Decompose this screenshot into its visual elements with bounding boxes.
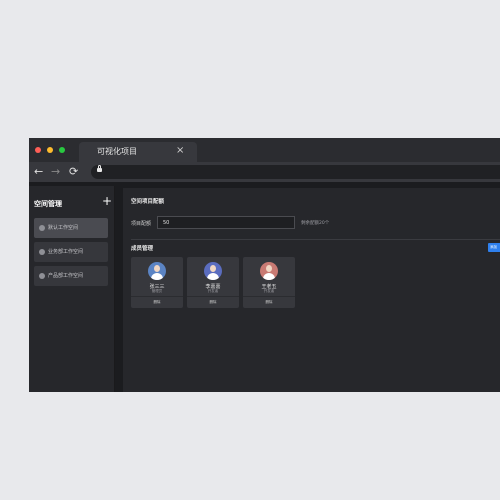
member-card: 李嘉嘉 开发者 删除 xyxy=(187,257,239,308)
add-space-icon[interactable]: + xyxy=(102,194,112,208)
sidebar-item-product-space[interactable]: 产品部工作空间 xyxy=(34,266,108,286)
back-arrow-icon[interactable]: ← xyxy=(34,165,43,178)
maximize-window-button[interactable] xyxy=(59,147,65,153)
minimize-window-button[interactable] xyxy=(47,147,53,153)
space-sidebar: 空间管理 + 默认工作空间 业务部工作空间 产品部工作空间 xyxy=(29,186,115,392)
delete-member-button[interactable]: 删除 xyxy=(243,300,295,305)
card-divider xyxy=(131,296,183,297)
member-role: 管理员 xyxy=(151,289,163,293)
sidebar-item-label: 业务部工作空间 xyxy=(48,249,84,255)
avatar xyxy=(148,262,166,280)
tab-close-icon[interactable]: × xyxy=(176,144,184,158)
sidebar-item-label: 默认工作空间 xyxy=(48,225,79,231)
member-card: 王老五 开发者 删除 xyxy=(243,257,295,308)
main-content: 空间项目配额 项目配额 剩余配额20个 成员管理 添加 张三三 管理员 删除 xyxy=(123,188,500,392)
space-icon xyxy=(39,273,45,279)
page-viewport: 空间管理 + 默认工作空间 业务部工作空间 产品部工作空间 空间项目配额 项目配… xyxy=(29,182,500,392)
section-divider xyxy=(131,239,500,240)
sidebar-item-label: 产品部工作空间 xyxy=(48,273,84,279)
member-role: 开发者 xyxy=(263,289,275,293)
address-bar[interactable] xyxy=(91,165,500,179)
forward-arrow-icon[interactable]: → xyxy=(51,165,60,178)
members-section-title: 成员管理 xyxy=(131,246,154,252)
member-card: 张三三 管理员 删除 xyxy=(131,257,183,308)
member-role: 开发者 xyxy=(207,289,219,293)
delete-member-button[interactable]: 删除 xyxy=(131,300,183,305)
quota-input[interactable] xyxy=(157,216,295,229)
avatar xyxy=(204,262,222,280)
close-window-button[interactable] xyxy=(35,147,41,153)
space-icon xyxy=(39,225,45,231)
space-icon xyxy=(39,249,45,255)
sidebar-title: 空间管理 xyxy=(34,200,62,208)
lock-icon xyxy=(97,165,102,172)
delete-member-button[interactable]: 删除 xyxy=(187,300,239,305)
tab-title: 可视化项目 xyxy=(97,147,137,156)
quota-hint: 剩余配额20个 xyxy=(301,221,330,226)
card-divider xyxy=(187,296,239,297)
browser-titlebar: 可视化项目 × xyxy=(29,138,500,162)
browser-window: 可视化项目 × ← → ⟳ 空间管理 + 默认工作空间 业务部工作空间 产品部工… xyxy=(29,138,500,392)
sidebar-item-default-space[interactable]: 默认工作空间 xyxy=(34,218,108,238)
avatar xyxy=(260,262,278,280)
quota-label: 项目配额 xyxy=(131,221,152,227)
sidebar-item-business-space[interactable]: 业务部工作空间 xyxy=(34,242,108,262)
add-member-button[interactable]: 添加 xyxy=(488,243,500,252)
reload-icon[interactable]: ⟳ xyxy=(69,165,78,178)
browser-toolbar: ← → ⟳ xyxy=(29,162,500,182)
card-divider xyxy=(243,296,295,297)
quota-section-title: 空间项目配额 xyxy=(131,199,165,205)
browser-tab[interactable]: 可视化项目 × xyxy=(79,142,197,162)
